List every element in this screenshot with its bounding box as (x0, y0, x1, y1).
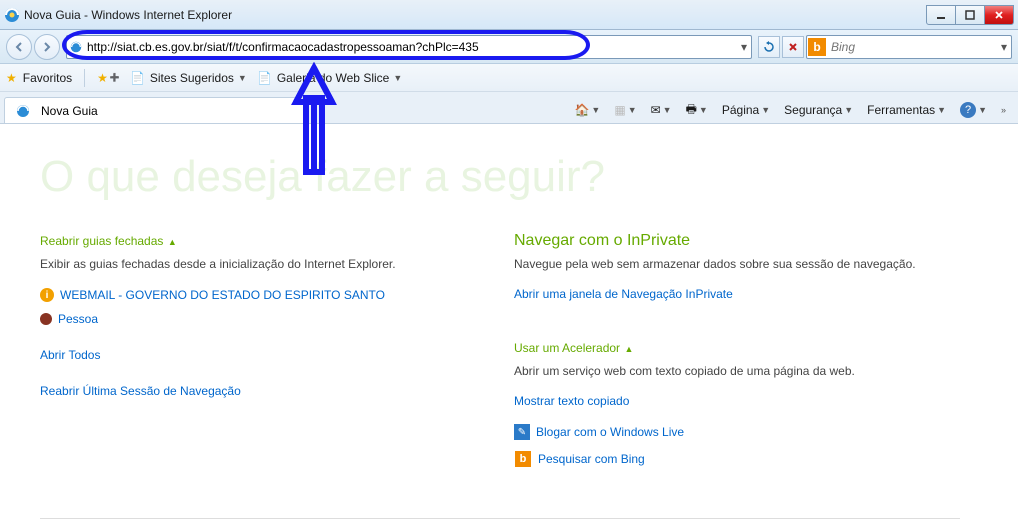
page-icon (67, 40, 85, 54)
link-reabrir-sessao[interactable]: Reabrir Última Sessão de Navegação (40, 384, 241, 398)
favorites-label: Favoritos (23, 71, 72, 85)
link-mostrar-texto[interactable]: Mostrar texto copiado (514, 394, 629, 408)
url-input[interactable] (85, 37, 737, 57)
link-blogar[interactable]: ✎Blogar com o Windows Live (514, 424, 684, 440)
link-abrir-todos[interactable]: Abrir Todos (40, 348, 100, 362)
help-icon: ? (960, 102, 976, 118)
caret-up-icon: ▲ (168, 237, 177, 247)
tab-bar: Nova Guia 🏠▼ ▦▼ ✉▼ 🖶▼ Página▼ Segurança▼… (0, 92, 1018, 124)
close-button[interactable] (984, 5, 1014, 25)
window-title: Nova Guia - Windows Internet Explorer (24, 8, 927, 22)
link-webmail[interactable]: iWEBMAIL - GOVERNO DO ESTADO DO ESPIRITO… (40, 288, 385, 302)
search-input[interactable] (827, 40, 997, 54)
title-bar: Nova Guia - Windows Internet Explorer (0, 0, 1018, 30)
refresh-button[interactable] (758, 36, 780, 58)
acelerador-heading: Usar um Acelerador ▲ (514, 339, 978, 357)
reabrir-heading: Reabrir guias fechadas ▲ (40, 232, 504, 250)
ie-icon (4, 7, 20, 23)
page-title: O que deseja fazer a seguir? (40, 152, 978, 202)
back-button[interactable] (6, 34, 32, 60)
reabrir-desc: Exibir as guias fechadas desde a inicial… (40, 256, 504, 273)
home-button[interactable]: 🏠▼ (570, 101, 604, 119)
window-controls (927, 5, 1014, 25)
page-icon: 📄 (130, 70, 146, 86)
address-bar-row: ▾ b ▾ (0, 30, 1018, 64)
chevron-down-icon: ▼ (393, 73, 402, 83)
sites-label: Sites Sugeridos (150, 71, 234, 85)
search-dropdown-icon[interactable]: ▾ (997, 40, 1011, 54)
star-add-icon: ★ (97, 71, 108, 85)
divider (40, 518, 960, 519)
chevron-down-icon: ▼ (238, 73, 247, 83)
link-pessoa[interactable]: Pessoa (40, 312, 98, 326)
sites-sugeridos-link[interactable]: 📄 Sites Sugeridos ▼ (130, 70, 247, 86)
link-pesquisar-bing[interactable]: bPesquisar com Bing (514, 450, 645, 468)
bing-icon: b (808, 38, 826, 56)
stop-button[interactable] (782, 36, 804, 58)
pagina-label: Página (722, 103, 759, 117)
favorites-button[interactable]: ★ Favoritos (6, 71, 72, 85)
command-bar: 🏠▼ ▦▼ ✉▼ 🖶▼ Página▼ Segurança▼ Ferrament… (304, 97, 1014, 123)
help-button[interactable]: ?▼ (956, 100, 991, 120)
expand-button[interactable]: » (997, 103, 1010, 117)
page-icon: 📄 (257, 70, 273, 86)
plus-icon: ➕ (110, 73, 120, 82)
right-column: Navegar com o InPrivate Navegue pela web… (514, 232, 978, 478)
caret-up-icon: ▲ (625, 344, 634, 354)
tools-menu[interactable]: Ferramentas▼ (863, 101, 950, 119)
security-menu[interactable]: Segurança▼ (780, 101, 857, 119)
seguranca-label: Segurança (784, 103, 842, 117)
add-favorite-button[interactable]: ★➕ (97, 71, 120, 85)
info-icon: i (40, 288, 54, 302)
mail-button[interactable]: ✉▼ (647, 101, 676, 119)
favorites-bar: ★Favoritos ★➕ 📄Sites Sugeridos▼ 📄Galeria… (0, 64, 1018, 92)
galeria-link[interactable]: 📄 Galeria do Web Slice▼ (257, 70, 402, 86)
star-icon: ★ (6, 71, 17, 85)
print-button[interactable]: 🖶▼ (682, 98, 712, 123)
ie-icon (15, 103, 31, 119)
address-bar[interactable]: ▾ (66, 35, 752, 59)
ferramentas-label: Ferramentas (867, 103, 935, 117)
search-box[interactable]: b ▾ (806, 35, 1012, 59)
left-column: Reabrir guias fechadas ▲ Exibir as guias… (40, 232, 504, 478)
forward-button[interactable] (34, 34, 60, 60)
inprivate-desc: Navegue pela web sem armazenar dados sob… (514, 256, 978, 273)
url-dropdown-icon[interactable]: ▾ (737, 40, 751, 54)
tab-nova-guia[interactable]: Nova Guia (4, 97, 304, 123)
windows-live-icon: ✎ (514, 424, 530, 440)
bing-icon: b (515, 451, 531, 467)
tab-label: Nova Guia (41, 104, 98, 118)
dot-icon (40, 313, 52, 325)
page-content: O que deseja fazer a seguir? Reabrir gui… (0, 124, 1018, 519)
acelerador-desc: Abrir um serviço web com texto copiado d… (514, 363, 978, 380)
minimize-button[interactable] (926, 5, 956, 25)
separator (84, 69, 85, 87)
inprivate-heading: Navegar com o InPrivate (514, 232, 978, 250)
page-menu[interactable]: Página▼ (718, 101, 774, 119)
galeria-label: Galeria do Web Slice (277, 71, 390, 85)
maximize-button[interactable] (955, 5, 985, 25)
feed-button[interactable]: ▦▼ (610, 101, 640, 119)
link-inprivate[interactable]: Abrir uma janela de Navegação InPrivate (514, 287, 733, 301)
